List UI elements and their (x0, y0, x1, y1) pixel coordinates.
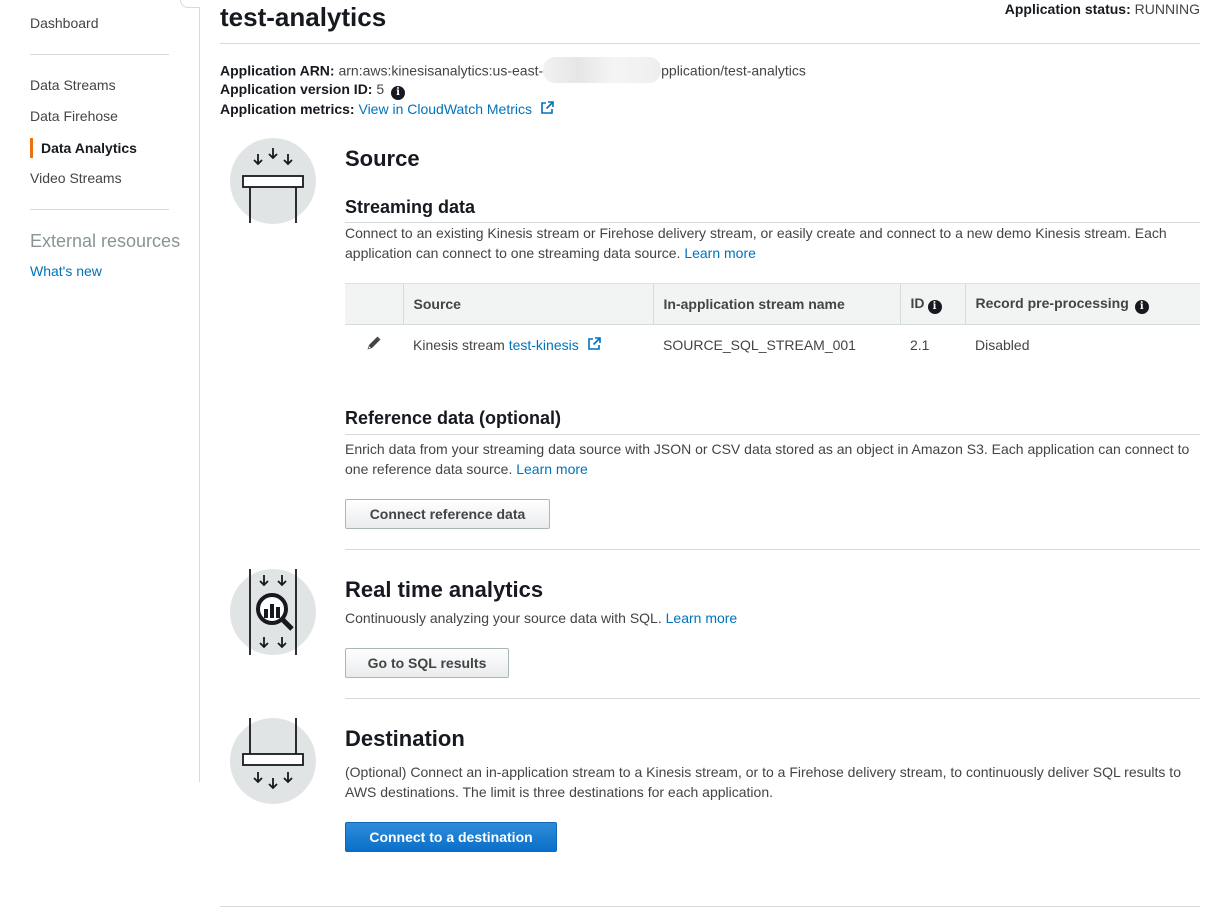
application-version-value: 5 (376, 81, 385, 97)
sidebar-item-data-firehose[interactable]: Data Firehose (30, 108, 118, 124)
application-status-value: RUNNING (1134, 1, 1200, 17)
table-header-edit (345, 283, 403, 325)
application-arn-prefix: arn:aws:kinesisanalytics:us-east- (338, 62, 544, 79)
sidebar-item-data-streams[interactable]: Data Streams (30, 77, 116, 93)
edit-cell (345, 325, 403, 365)
external-resources-heading: External resources (30, 231, 181, 251)
preprocessing-cell: Disabled (975, 336, 1030, 353)
analytics-text: Continuously analyzing your source data … (345, 610, 662, 626)
destination-description: (Optional) Connect an in-application str… (345, 764, 1181, 800)
streaming-data-title: Streaming data (345, 197, 476, 217)
sidebar-divider (30, 54, 169, 55)
application-version: Application version ID: 5 i (220, 81, 406, 100)
source-cell: Kinesis stream test-kinesis (403, 325, 653, 365)
table-row: Kinesis stream test-kinesis SOURCE_SQL_S… (345, 325, 1200, 365)
table-header-preprocessing: Record pre-processing i (964, 283, 1200, 325)
info-icon[interactable]: i (391, 86, 406, 100)
sidebar-divider (30, 209, 169, 210)
table-header-source: Source (402, 283, 653, 325)
sidebar-item-dashboard[interactable]: Dashboard (30, 15, 99, 31)
reference-data-divider (345, 434, 1200, 435)
sidebar-item-data-analytics[interactable]: Data Analytics (30, 138, 137, 158)
source-table: Source In-application stream name ID i Re… (345, 283, 1200, 365)
application-arn-label: Application ARN: (220, 62, 335, 79)
table-header-row: Source In-application stream name ID i Re… (345, 283, 1200, 325)
source-section-title: Source (345, 146, 420, 171)
bottom-divider (220, 906, 1200, 907)
application-status-label: Application status: (1004, 1, 1131, 17)
id-cell: 2.1 (910, 336, 930, 353)
stream-name-cell: SOURCE_SQL_STREAM_001 (663, 336, 856, 353)
application-status: Application status: RUNNING (1005, 1, 1200, 17)
table-header-id: ID i (899, 283, 965, 325)
connect-destination-button[interactable]: Connect to a destination (345, 822, 557, 852)
application-arn-suffix: pplication/test-analytics (661, 62, 806, 79)
table-header-id-label: ID (910, 294, 925, 311)
go-to-sql-results-button[interactable]: Go to SQL results (345, 648, 509, 678)
analytics-description: Continuously analyzing your source data … (345, 608, 1200, 628)
destination-section-title: Destination (345, 726, 465, 751)
streaming-learn-more-link[interactable]: Learn more (684, 245, 756, 261)
pencil-icon[interactable] (366, 335, 382, 351)
application-arn: Application ARN: arn:aws:kinesisanalytic… (220, 57, 806, 83)
sidebar-corner (180, 0, 200, 8)
external-link-icon[interactable] (587, 336, 601, 351)
info-icon[interactable]: i (927, 299, 942, 314)
sidebar-item-video-streams[interactable]: Video Streams (30, 170, 122, 186)
connect-reference-data-button[interactable]: Connect reference data (345, 499, 550, 529)
sidebar: Dashboard Data Streams Data Firehose Dat… (0, 0, 200, 782)
streaming-data-description: Connect to an existing Kinesis stream or… (345, 223, 1200, 263)
info-icon[interactable]: i (1134, 299, 1149, 314)
reference-data-title: Reference data (optional) (345, 408, 562, 428)
external-link-icon[interactable] (540, 101, 554, 115)
main-content: test-analytics Application status: RUNNI… (220, 0, 1200, 914)
destination-icon (230, 718, 316, 804)
source-icon (230, 138, 316, 224)
reference-learn-more-link[interactable]: Learn more (516, 461, 588, 477)
table-header-stream-name: In-application stream name (652, 283, 900, 325)
redacted-account-id (543, 57, 662, 83)
kinesis-stream-link[interactable]: test-kinesis (509, 337, 579, 353)
application-metrics-label: Application metrics: (220, 101, 355, 117)
page-title: test-analytics (220, 2, 387, 32)
cloudwatch-metrics-link[interactable]: View in CloudWatch Metrics (358, 101, 532, 117)
whats-new-link[interactable]: What's new (30, 263, 102, 279)
application-metrics: Application metrics: View in CloudWatch … (220, 101, 554, 117)
table-header-preprocessing-label: Record pre-processing (975, 294, 1129, 311)
reference-data-description: Enrich data from your streaming data sou… (345, 439, 1200, 479)
reference-data-text: Enrich data from your streaming data sou… (345, 441, 1190, 477)
source-type: Kinesis stream (413, 336, 505, 353)
section-divider (345, 549, 1200, 550)
title-divider (220, 43, 1200, 44)
analytics-icon (230, 569, 316, 655)
analytics-section-title: Real time analytics (345, 577, 544, 602)
application-version-label: Application version ID: (220, 81, 373, 97)
analytics-learn-more-link[interactable]: Learn more (666, 610, 738, 626)
section-divider (345, 698, 1200, 699)
